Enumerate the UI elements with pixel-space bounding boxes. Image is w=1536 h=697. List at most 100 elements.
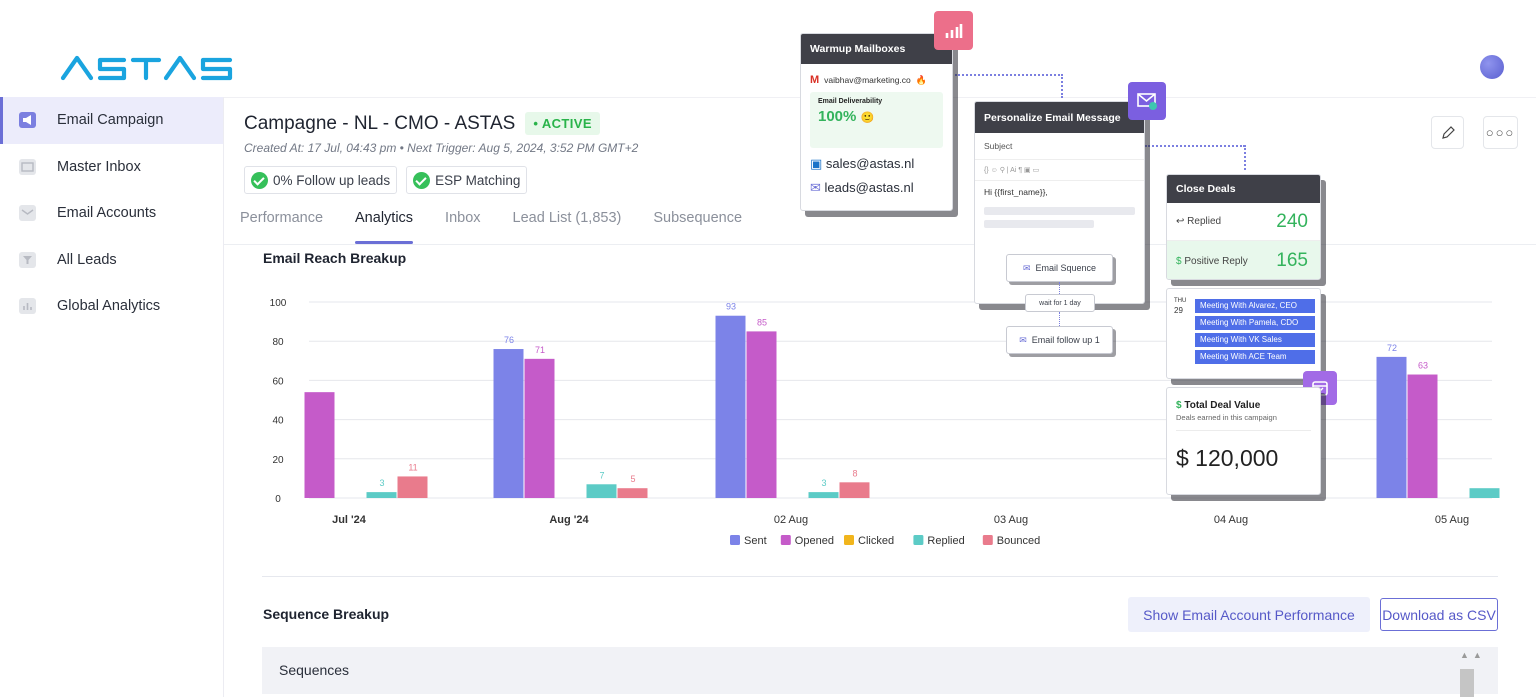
legend-label: Bounced — [997, 535, 1040, 547]
tab-inbox[interactable]: Inbox — [445, 210, 480, 244]
data-label: 3 — [379, 478, 384, 488]
editor-toolbar: {} ☺ ⚲ | Ai ¶ ▣ ▭ — [975, 160, 1144, 181]
campaign-meta: Created At: 17 Jul, 04:43 pm • Next Trig… — [244, 141, 639, 155]
warmup-account-row: M vaibhav@marketing.co 🔥 — [801, 64, 952, 92]
bar-bounced — [397, 476, 428, 498]
legend-label: Opened — [795, 535, 834, 547]
leads-icon — [19, 251, 36, 268]
sidebar-item-global-analytics[interactable]: Global Analytics — [0, 283, 223, 330]
x-tick-label: 02 Aug — [774, 514, 808, 526]
campaign-title: Campagne - NL - CMO - ASTAS — [244, 112, 516, 134]
x-tick-label: Aug '24 — [549, 514, 589, 526]
data-label: 85 — [757, 317, 767, 327]
download-csv-button[interactable]: Download as CSV — [1380, 598, 1498, 631]
tab-lead-list[interactable]: Lead List (1,853) — [513, 210, 622, 244]
tab-analytics[interactable]: Analytics — [355, 210, 414, 244]
connector-line — [1059, 282, 1060, 294]
deal-value-title: Total Deal Value — [1184, 400, 1261, 411]
scroll-up-icon[interactable]: ▲▲ — [1460, 650, 1486, 660]
bar-sent — [493, 349, 524, 498]
bar-chart-icon — [19, 298, 36, 314]
check-icon — [413, 171, 431, 189]
replied-row: ↩ Replied 240 — [1167, 203, 1320, 241]
card-title: Warmup Mailboxes — [801, 34, 952, 64]
astas-logo — [60, 55, 233, 81]
edit-button[interactable] — [1431, 116, 1464, 149]
sidebar: Email Campaign Master Inbox Email Accoun… — [0, 97, 224, 697]
bar-sent — [1376, 356, 1407, 498]
analytics-badge-icon — [934, 11, 973, 50]
meeting-item: Meeting With ACE Team — [1195, 350, 1315, 364]
email-label: leads@astas.nl — [824, 180, 914, 195]
deal-value-subtitle: Deals earned in this campaign — [1176, 413, 1311, 431]
inbox-icon — [19, 158, 36, 175]
y-tick-label: 80 — [272, 337, 284, 348]
sidebar-item-email-accounts[interactable]: Email Accounts — [0, 190, 223, 237]
email-label: sales@astas.nl — [825, 156, 915, 171]
close-deals-card: Close Deals ↩ Replied 240 $ Positive Rep… — [1166, 174, 1321, 280]
tab-performance[interactable]: Performance — [240, 210, 323, 244]
check-icon — [251, 171, 268, 189]
pill-label: Email Squence — [1035, 263, 1097, 273]
legend-label: Sent — [744, 535, 767, 547]
data-label: 3 — [821, 478, 826, 488]
reach-title: Email Reach Breakup — [263, 250, 407, 266]
replied-label: Replied — [1187, 216, 1222, 227]
card-title: Personalize Email Message — [975, 102, 1144, 133]
more-icon: ○○○ — [1485, 125, 1516, 140]
calendar-date: 29 — [1174, 306, 1183, 315]
sidebar-item-master-inbox[interactable]: Master Inbox — [0, 144, 223, 191]
more-options-button[interactable]: ○○○ — [1483, 116, 1518, 149]
campaign-header: Campagne - NL - CMO - ASTAS • ACTIVE — [244, 112, 600, 135]
sidebar-item-label: All Leads — [57, 251, 117, 268]
sidebar-item-label: Master Inbox — [57, 158, 141, 175]
legend-label: Clicked — [858, 535, 894, 547]
sidebar-item-label: Email Campaign — [57, 112, 164, 129]
show-account-performance-button[interactable]: Show Email Account Performance — [1128, 597, 1370, 632]
smile-icon: 🙂 — [860, 112, 875, 124]
warmup-email-1: ▣ sales@astas.nl — [801, 148, 952, 172]
connector-line — [1059, 312, 1060, 326]
tab-subsequence[interactable]: Subsequence — [653, 210, 742, 244]
deal-value-amount: $ 120,000 — [1176, 445, 1279, 471]
data-label: 71 — [535, 345, 545, 355]
x-tick-label: 05 Aug — [1435, 514, 1469, 526]
bar-opened — [746, 331, 777, 498]
connector-line — [955, 74, 1063, 76]
sidebar-item-email-campaign[interactable]: Email Campaign — [0, 97, 223, 144]
user-avatar[interactable] — [1480, 55, 1504, 79]
fire-icon: 🔥 — [915, 74, 927, 85]
deliverability-box: Email Deliverability 100% 🙂 — [810, 92, 943, 148]
legend-swatch-replied — [913, 535, 924, 545]
bar-sent — [715, 315, 746, 498]
sequence-title: Sequence Breakup — [263, 606, 390, 622]
subject-label: Subject — [975, 133, 1144, 160]
y-tick-label: 0 — [275, 494, 281, 505]
esp-matching-chip[interactable]: ESP Matching — [406, 166, 528, 194]
sidebar-item-all-leads[interactable]: All Leads — [0, 237, 223, 284]
follow-up-chip[interactable]: 0% Follow up leads — [244, 166, 398, 194]
tabs-divider — [224, 244, 1536, 245]
bar-replied — [366, 492, 397, 498]
sidebar-item-label: Global Analytics — [57, 298, 161, 315]
bar-opened — [524, 358, 555, 498]
data-label: 8 — [852, 468, 857, 478]
data-label: 11 — [408, 462, 417, 472]
greeting-text: Hi {{first_name}}, — [984, 187, 1048, 197]
y-tick-label: 60 — [272, 376, 284, 387]
chip-label: 0% Follow up leads — [273, 172, 391, 188]
data-label: 5 — [630, 474, 635, 484]
gmail-icon: M — [810, 74, 820, 86]
legend-swatch-bounced — [982, 535, 993, 545]
meeting-item: Meeting With Pamela, CDO — [1195, 316, 1315, 330]
data-label: 76 — [504, 335, 514, 345]
bar-replied — [808, 492, 839, 498]
y-tick-label: 20 — [272, 455, 284, 466]
meeting-item: Meeting With Alvarez, CEO — [1195, 299, 1315, 313]
email-followup-pill: ✉ Email follow up 1 — [1006, 326, 1113, 354]
scrollbar-thumb[interactable] — [1460, 669, 1474, 697]
mail-icon: ✉ — [1022, 262, 1031, 273]
bar-bounced — [839, 482, 870, 498]
meeting-item: Meeting With VK Sales — [1195, 333, 1315, 347]
mail-icon: ✉ — [1019, 334, 1027, 345]
